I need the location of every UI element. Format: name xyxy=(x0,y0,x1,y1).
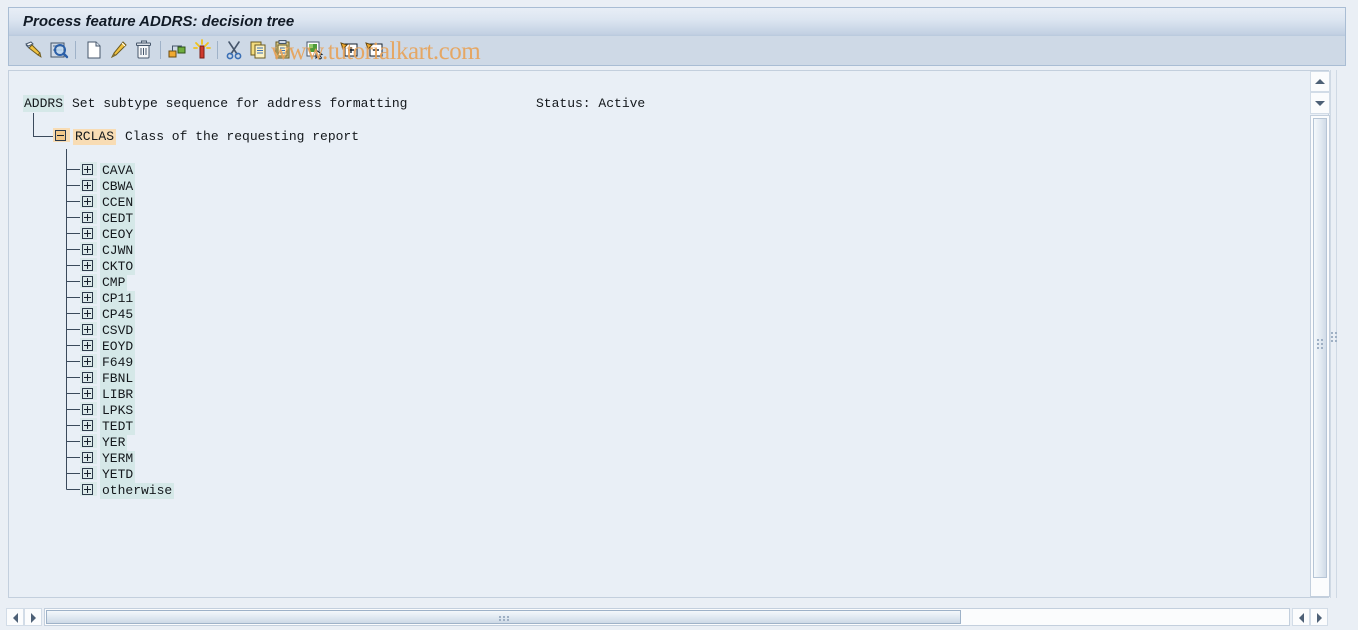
node-structure-icon[interactable] xyxy=(166,39,188,61)
expand-box-icon[interactable] xyxy=(82,212,95,224)
bottom-scroll-bar xyxy=(0,604,1358,630)
expand-box-icon[interactable] xyxy=(82,388,95,400)
scroll-up-button[interactable] xyxy=(1310,71,1330,92)
child-node-label[interactable]: CKTO xyxy=(100,259,136,275)
sap-application-window: Process feature ADDRS: decision tree www… xyxy=(0,0,1358,630)
expand-box-icon[interactable] xyxy=(82,468,95,480)
scroll-left-button-right-pane[interactable] xyxy=(1292,608,1310,626)
child-node-label[interactable]: LIBR xyxy=(100,387,136,403)
cut-scissors-icon[interactable] xyxy=(223,39,245,61)
child-node-label[interactable]: CP45 xyxy=(100,307,136,323)
child-node-label[interactable]: CSVD xyxy=(100,323,136,339)
triangle-up-icon xyxy=(1315,79,1325,84)
expand-box-icon[interactable] xyxy=(82,308,95,320)
branch-field-code[interactable]: RCLAS xyxy=(73,129,117,145)
expand-box-icon[interactable] xyxy=(82,244,95,256)
expand-box-icon[interactable] xyxy=(82,164,95,176)
triangle-left-icon xyxy=(1299,613,1304,623)
expand-box-icon[interactable] xyxy=(82,292,95,304)
display-magnifier-icon[interactable] xyxy=(48,39,70,61)
scroll-left-button[interactable] xyxy=(6,608,24,626)
branch-field-description: Class of the requesting report xyxy=(125,129,360,144)
collapse-box-icon[interactable] xyxy=(55,130,68,142)
copy-icon[interactable] xyxy=(248,39,270,61)
child-node-label[interactable]: CEDT xyxy=(100,211,136,227)
status-badge: Status: Active xyxy=(536,96,646,111)
expand-box-icon[interactable] xyxy=(82,436,95,448)
child-node-label[interactable]: FBNL xyxy=(100,371,136,387)
expand-box-icon[interactable] xyxy=(82,420,95,432)
expand-box-icon[interactable] xyxy=(82,356,95,368)
triangle-right-icon xyxy=(1317,613,1322,623)
new-sparkle-icon[interactable] xyxy=(191,39,213,61)
child-node-label[interactable]: LPKS xyxy=(100,403,136,419)
triangle-down-icon xyxy=(1315,101,1325,106)
horizontal-scrollbar-track[interactable] xyxy=(44,608,1290,626)
child-node-label[interactable]: CJWN xyxy=(100,243,136,259)
change-pencil-icon[interactable] xyxy=(108,39,130,61)
expand-box-icon[interactable] xyxy=(82,340,95,352)
toolbar-separator xyxy=(75,41,76,59)
child-node-label[interactable]: EOYD xyxy=(100,339,136,355)
decision-tree-panel: ADDRS Set subtype sequence for address f… xyxy=(8,70,1330,598)
check-pencil-icon[interactable] xyxy=(23,39,45,61)
child-node-label[interactable]: CP11 xyxy=(100,291,136,307)
triangle-right-icon xyxy=(31,613,36,623)
page-title: Process feature ADDRS: decision tree xyxy=(23,13,295,30)
right-splitter[interactable] xyxy=(1330,70,1342,598)
expand-box-icon[interactable] xyxy=(82,452,95,464)
delete-trash-icon[interactable] xyxy=(133,39,155,61)
expand-box-icon[interactable] xyxy=(82,404,95,416)
content-vertical-scrollbar-thumb[interactable] xyxy=(1313,118,1327,578)
scroll-down-button[interactable] xyxy=(1310,92,1330,114)
expand-box-icon[interactable] xyxy=(82,324,95,336)
child-node-label[interactable]: TEDT xyxy=(100,419,136,435)
horizontal-scrollbar-thumb[interactable] xyxy=(46,610,961,624)
triangle-left-icon xyxy=(13,613,18,623)
child-node-label[interactable]: CAVA xyxy=(100,163,136,179)
window-title-bar: Process feature ADDRS: decision tree xyxy=(8,7,1346,36)
child-node-label[interactable]: F649 xyxy=(100,355,136,371)
child-node-label[interactable]: CEOY xyxy=(100,227,136,243)
application-toolbar xyxy=(8,36,1346,66)
child-node-label[interactable]: CCEN xyxy=(100,195,136,211)
child-node-label[interactable]: YER xyxy=(100,435,128,451)
child-node-label[interactable]: CMP xyxy=(100,275,128,291)
expand-box-icon[interactable] xyxy=(82,196,95,208)
scroll-right-button[interactable] xyxy=(24,608,42,626)
child-node-label[interactable]: otherwise xyxy=(100,483,175,499)
expand-box-icon[interactable] xyxy=(82,372,95,384)
select-node-icon[interactable] xyxy=(304,39,326,61)
expand-node-icon[interactable] xyxy=(339,39,361,61)
expand-box-icon[interactable] xyxy=(82,484,95,496)
expand-box-icon[interactable] xyxy=(82,260,95,272)
expand-box-icon[interactable] xyxy=(82,276,95,288)
paste-clipboard-icon[interactable] xyxy=(273,39,295,61)
collapse-node-icon[interactable] xyxy=(364,39,386,61)
tree-canvas: ADDRS Set subtype sequence for address f… xyxy=(9,71,1310,597)
expand-box-icon[interactable] xyxy=(82,228,95,240)
toolbar-separator xyxy=(160,41,161,59)
child-node-label[interactable]: YETD xyxy=(100,467,136,483)
content-vertical-scrollbar-track[interactable] xyxy=(1310,115,1330,597)
scroll-right-button-right-pane[interactable] xyxy=(1310,608,1328,626)
child-node-label[interactable]: YERM xyxy=(100,451,136,467)
expand-box-icon[interactable] xyxy=(82,180,95,192)
create-page-icon[interactable] xyxy=(83,39,105,61)
child-node-label[interactable]: CBWA xyxy=(100,179,136,195)
toolbar-separator xyxy=(217,41,218,59)
